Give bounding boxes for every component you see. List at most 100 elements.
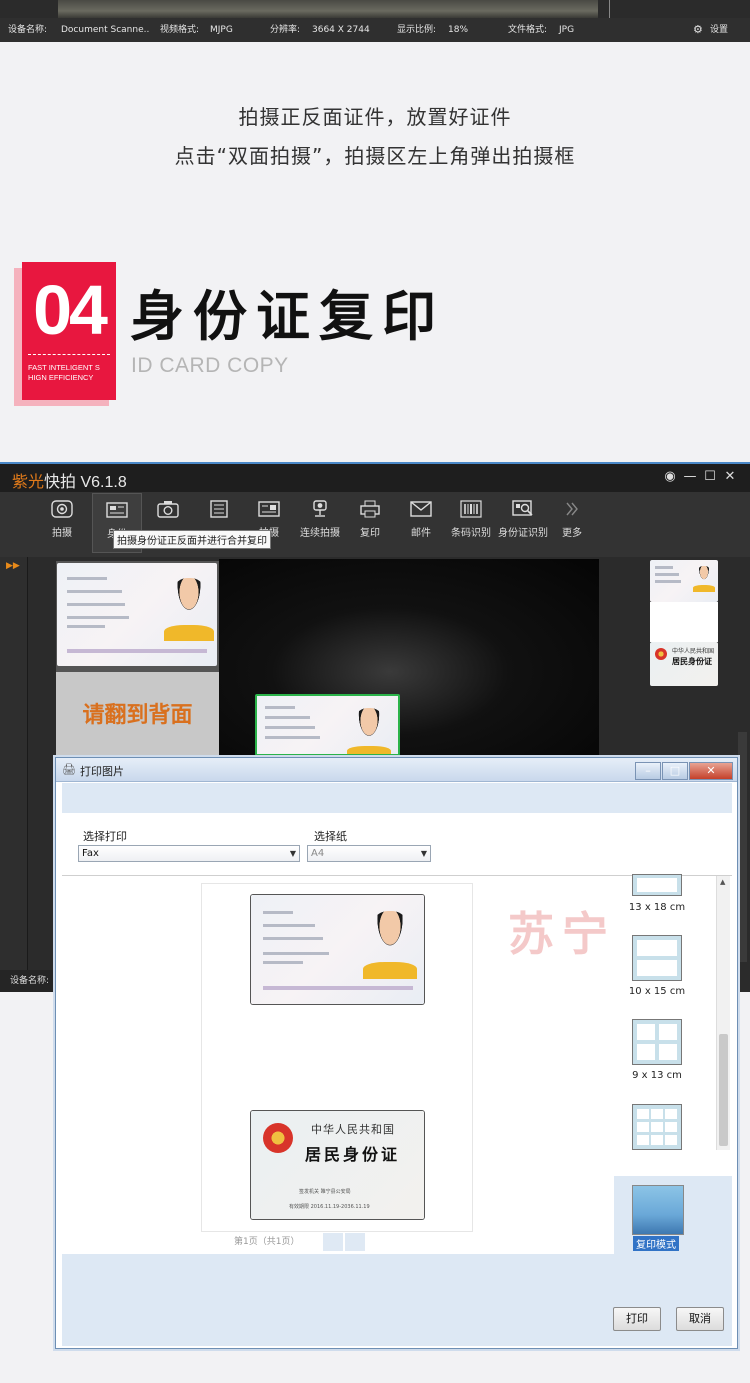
tool-label: 身份证识别 bbox=[498, 528, 548, 539]
printer-select[interactable]: Fax ▼ bbox=[78, 845, 300, 862]
id-scan-icon bbox=[512, 500, 533, 516]
card-text-line bbox=[263, 952, 329, 955]
thumb-cell bbox=[637, 1122, 649, 1132]
more-chevron-icon bbox=[566, 502, 578, 516]
tool-burst-capture[interactable]: 连续拍摄 bbox=[295, 500, 345, 539]
dotted-divider bbox=[28, 354, 110, 355]
copy-mode-label[interactable]: 复印模式 bbox=[633, 1236, 679, 1251]
paper-select[interactable]: A4 ▼ bbox=[307, 845, 431, 862]
tool-label: 条码识别 bbox=[451, 528, 491, 539]
camera-icon bbox=[157, 501, 179, 518]
authority-label: 签发机关 bbox=[299, 1189, 320, 1195]
card-text-line bbox=[655, 566, 673, 569]
minimize-button[interactable]: – bbox=[635, 762, 661, 780]
section-number: 04 bbox=[33, 271, 108, 349]
right-scrollbar[interactable] bbox=[738, 732, 747, 962]
card-text-line bbox=[263, 924, 315, 927]
card-text-line bbox=[265, 726, 315, 729]
gear-icon[interactable]: ⚙ bbox=[693, 18, 703, 42]
validity-label: 有效期限 bbox=[289, 1204, 310, 1210]
device-status-label: 设备名称: bbox=[0, 970, 58, 992]
authority-value: 睢宁县公安局 bbox=[320, 1189, 351, 1195]
resolution-value: 3664 X 2744 bbox=[312, 25, 370, 35]
caption-line-2: 点击“双面拍摄”，拍摄区左上角弹出拍摄框 bbox=[174, 144, 576, 168]
scroll-up-icon[interactable]: ▲ bbox=[720, 878, 725, 886]
preview-id-back: 中华人民共和国 居民身份证 签发机关 睢宁县公安局 有效期限 2016.11.1… bbox=[251, 1111, 424, 1219]
thumb-cell bbox=[665, 1109, 677, 1119]
thumb-cell bbox=[637, 960, 677, 976]
card-portrait bbox=[170, 578, 208, 626]
camera-preview-strip bbox=[0, 0, 750, 18]
dialog-window-controls: – □ ✕ bbox=[634, 759, 733, 780]
window-controls: ◉ — ☐ ✕ bbox=[660, 469, 740, 484]
video-format-label: 视频格式: bbox=[160, 25, 200, 35]
app-titlebar: 紫光快拍 V6.1.8 ◉ — ☐ ✕ bbox=[0, 462, 750, 492]
size-thumb-9x13[interactable] bbox=[632, 1019, 682, 1065]
tool-capture[interactable]: 拍摄 bbox=[37, 500, 87, 539]
divider bbox=[609, 0, 610, 18]
device-value: Document Scanne.. bbox=[61, 25, 150, 35]
thumb-cell bbox=[651, 1135, 663, 1145]
close-icon[interactable]: ✕ bbox=[720, 469, 740, 484]
maximize-icon[interactable]: ☐ bbox=[700, 469, 720, 484]
tool-mail[interactable]: 邮件 bbox=[396, 500, 446, 539]
prev-page-button[interactable] bbox=[323, 1233, 343, 1251]
size-label[interactable]: 10 x 15 cm bbox=[612, 986, 702, 997]
close-button[interactable]: ✕ bbox=[689, 762, 733, 780]
minimize-icon[interactable]: — bbox=[680, 469, 700, 484]
validity-period: 有效期限 2016.11.19-2036.11.19 bbox=[289, 1203, 370, 1210]
card-portrait bbox=[696, 566, 712, 586]
paper-select-value: A4 bbox=[311, 848, 325, 859]
caption-line-1: 拍摄正反面证件，放置好证件 bbox=[238, 105, 512, 129]
cancel-button[interactable]: 取消 bbox=[676, 1307, 724, 1331]
tool-more[interactable]: 更多 bbox=[547, 500, 597, 539]
tagline-line-1: FAST INTELIGENT S bbox=[28, 363, 100, 372]
national-emblem-icon bbox=[655, 648, 667, 660]
size-label[interactable]: 9 x 13 cm bbox=[612, 1070, 702, 1081]
expand-arrow-icon[interactable]: ▶▶ bbox=[6, 561, 20, 571]
size-thumb-wallet[interactable] bbox=[632, 1104, 682, 1150]
tool-copy[interactable]: 复印 bbox=[345, 500, 395, 539]
app-title-version: 快拍 V6.1.8 bbox=[44, 474, 127, 491]
thumbnail-id-front[interactable] bbox=[650, 560, 718, 602]
app-title: 紫光快拍 V6.1.8 bbox=[12, 468, 127, 492]
scrollbar-thumb[interactable] bbox=[719, 1034, 728, 1146]
tool-barcode[interactable]: 条码识别 bbox=[446, 500, 496, 539]
card-back-line-1: 中华人民共和国 bbox=[672, 648, 715, 655]
printer-icon bbox=[360, 500, 380, 518]
tool-double-capture[interactable] bbox=[143, 500, 193, 524]
thumb-cell bbox=[637, 1135, 649, 1145]
card-text-line bbox=[263, 961, 303, 964]
printer-label: 选择打印 bbox=[83, 830, 127, 843]
card-text-line bbox=[265, 736, 320, 739]
thumbnail-id-back[interactable]: 中华人民共和国 居民身份证 bbox=[650, 642, 718, 686]
thumb-cell bbox=[651, 1122, 663, 1132]
watermark: 苏宁 bbox=[508, 907, 616, 961]
display-ratio-value: 18% bbox=[448, 25, 469, 35]
thumb-cell bbox=[637, 878, 677, 892]
flip-prompt: 请翻到背面 bbox=[56, 672, 219, 760]
next-page-button[interactable] bbox=[345, 1233, 365, 1251]
section-title: 身份证复印 bbox=[130, 285, 445, 348]
paper-label: 选择纸 bbox=[314, 830, 347, 843]
thumb-cell bbox=[659, 1044, 677, 1060]
maximize-button[interactable]: □ bbox=[662, 762, 688, 780]
thumb-cell bbox=[637, 940, 677, 956]
printer-select-value: Fax bbox=[82, 848, 99, 859]
card-text-line bbox=[655, 580, 681, 583]
settings-label[interactable]: 设置 bbox=[710, 18, 728, 42]
size-label[interactable]: 13 x 18 cm bbox=[612, 902, 702, 913]
size-thumb-10x15[interactable] bbox=[632, 935, 682, 981]
thumbnail-blank bbox=[650, 602, 718, 642]
print-button[interactable]: 打印 bbox=[613, 1307, 661, 1331]
file-format-label: 文件格式: bbox=[508, 25, 548, 35]
national-emblem-icon bbox=[263, 1123, 293, 1153]
tool-document[interactable] bbox=[194, 500, 244, 524]
copy-mode-thumb[interactable] bbox=[632, 1185, 684, 1235]
globe-icon[interactable]: ◉ bbox=[660, 469, 680, 484]
tool-id-recognition[interactable]: 身份证识别 bbox=[496, 500, 550, 539]
card-text-line bbox=[67, 590, 122, 593]
size-thumb-13x18[interactable] bbox=[632, 874, 682, 896]
size-list-scrollbar[interactable]: ▲ bbox=[716, 876, 730, 1150]
video-format-value: MJPG bbox=[210, 25, 233, 35]
